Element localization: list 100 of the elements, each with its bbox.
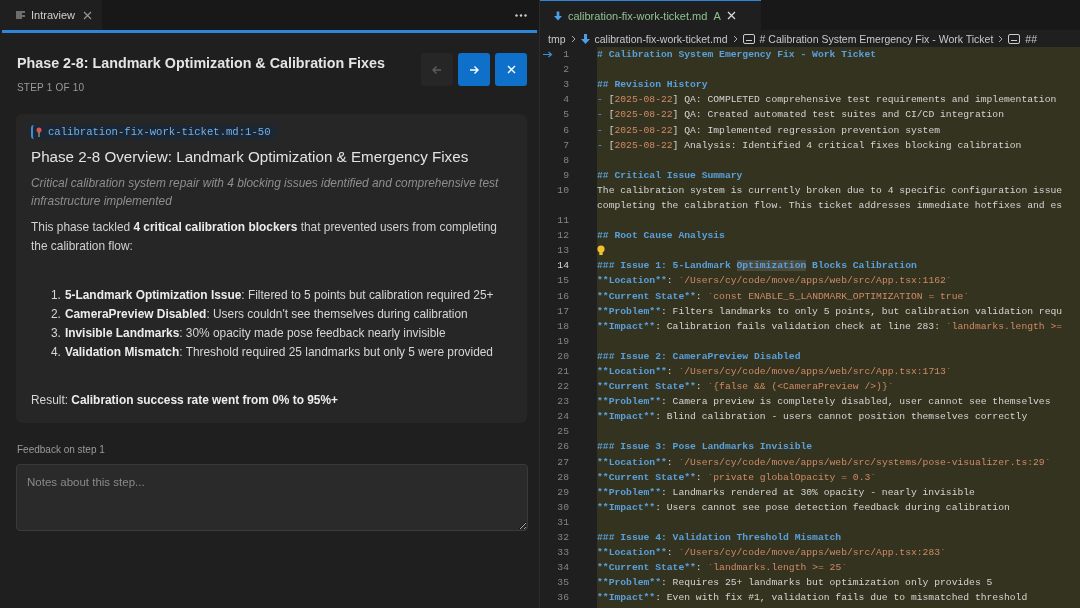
line-number: 17 xyxy=(557,305,569,317)
pin-icon xyxy=(36,127,42,137)
list-item: Invisible Landmarks: 30% opacity made pose feedback nearly invisible xyxy=(64,325,446,342)
list-item: 5-Landmark Optimization Issue: Filtered to 5 points but calibration required 25+ xyxy=(64,287,494,304)
feedback-field[interactable]: Notes about this step... xyxy=(16,464,528,531)
code-line: **Problem**: Landmarks rendered at 30% opacity - nearly invisible xyxy=(597,486,975,498)
chevron-icon xyxy=(732,34,738,43)
git-status: A xyxy=(713,9,721,22)
code-line: - [2025-08-22] QA: Created automated test suites and CI/CD integration xyxy=(597,109,1004,121)
close-icon xyxy=(505,64,517,75)
line-number: 32 xyxy=(557,532,569,544)
line-number: 9 xyxy=(563,169,569,181)
line-number: 1 xyxy=(563,49,569,61)
step-counter: STEP 1 OF 10 xyxy=(17,82,85,93)
close-icon[interactable] xyxy=(83,10,92,20)
feedback-label: Feedback on step 1 xyxy=(17,444,106,455)
breadcrumb-item[interactable]: ## xyxy=(1025,32,1038,45)
forward-arrow-icon xyxy=(468,63,480,76)
line-number: 10 xyxy=(557,184,569,196)
line-number: 20 xyxy=(557,350,569,362)
code-line: ### Issue 4: Validation Threshold Mismatch xyxy=(597,532,842,544)
line-number: 13 xyxy=(557,245,569,257)
code-line: - [2025-08-22] QA: COMPLETED comprehensive test requirements and implementation xyxy=(597,94,1057,106)
result-text: Result: Calibration success rate went from 0% to 95%+ xyxy=(31,393,339,407)
symbol-icon xyxy=(742,33,755,44)
code-line: **Location**: `/Users/cy/code/move/apps/web/src/systems/pose-visualizer.ts:29` xyxy=(597,456,1051,468)
line-number: 16 xyxy=(557,290,569,302)
code-line: **Problem**: Requires 25+ landmarks but optimization only provides 5 xyxy=(597,577,993,589)
code-line: **Current State**: `const ENABLE_5_LANDMARK_OPTIMIZATION = true` xyxy=(597,290,970,302)
code-line: ## Critical Issue Summary xyxy=(597,169,743,181)
code-line: **Current State**: `landmarks.length >= 25` xyxy=(597,562,847,574)
step-title: Phase 2-8: Landmark Optimization & Calibration Fixes xyxy=(17,55,385,71)
code-line: **Current State**: `{false && (<CameraPreview />)}` xyxy=(597,381,894,393)
line-number: 29 xyxy=(557,486,569,498)
line-number: 14 xyxy=(557,260,569,272)
code-line: **Impact**: Blind calibration - users cannot position themselves correctly xyxy=(597,411,1028,423)
lightbulb-icon[interactable] xyxy=(597,245,605,257)
code-line: # Calibration System Emergency Fix - Work Ticket xyxy=(597,49,877,61)
line-number: 35 xyxy=(557,577,569,589)
list-number: 2. xyxy=(51,306,61,323)
code-line: - [2025-08-22] QA: Implemented regression prevention system xyxy=(597,124,941,136)
code-line: The calibration system is currently broken due to 4 specific configuration issue xyxy=(597,184,1063,196)
line-number: 12 xyxy=(557,230,569,242)
line-number: 26 xyxy=(557,441,569,453)
line-number: 11 xyxy=(557,215,569,227)
line-number: 27 xyxy=(557,456,569,468)
code-line: ### Issue 1: 5-Landmark Optimization Blocks Calibration xyxy=(597,260,917,272)
line-number: 21 xyxy=(557,366,569,377)
line-number: 30 xyxy=(557,501,569,513)
line-number: 34 xyxy=(557,562,569,574)
line-number: 25 xyxy=(557,426,569,438)
breadcrumb-item[interactable]: # Calibration System Emergency Fix - Work Ticket xyxy=(759,32,994,45)
line-number: 24 xyxy=(557,411,569,423)
line-number: 7 xyxy=(563,139,569,151)
code-line: **Location**: `/Users/cy/code/move/apps/web/src/App.tsx:283` xyxy=(597,547,946,559)
code-line: **Impact**: Even with fix #1, validation fails due to mismatched threshold xyxy=(597,592,1028,604)
more-icon[interactable] xyxy=(515,13,527,17)
code-line: **Location**: `/Users/cy/code/move/apps/web/src/App.tsx:1713` xyxy=(597,366,952,377)
symbol-icon xyxy=(1008,33,1021,44)
code-line: completing the calibration flow. This ticket addresses immediate hotfixes and es xyxy=(597,200,1063,211)
code-line: - [2025-08-22] Analysis: Identified 4 critical fixes blocking calibration xyxy=(597,139,1022,151)
code-line: **Problem**: Camera preview is completely disabled, user cannot see themselves xyxy=(597,396,1051,408)
editor-tab[interactable]: calibration-fix-work-ticket.md A xyxy=(540,0,761,30)
line-number: 33 xyxy=(557,547,569,559)
card-heading: Phase 2-8 Overview: Landmark Optimization & Emergency Fixes xyxy=(31,148,470,165)
line-number: 3 xyxy=(563,79,569,91)
code-line: ### Issue 2: CameraPreview Disabled xyxy=(597,350,801,362)
breadcrumb-item[interactable]: tmp xyxy=(548,32,566,45)
line-number: 28 xyxy=(557,471,569,483)
line-number: 6 xyxy=(563,124,569,136)
line-number: 5 xyxy=(563,109,569,121)
line-number: 15 xyxy=(557,275,569,287)
line-number: 2 xyxy=(563,64,569,76)
list-number: 3. xyxy=(51,325,61,342)
line-number: 19 xyxy=(557,335,569,347)
code-line: ## Root Cause Analysis xyxy=(597,230,725,242)
code-line: **Problem**: Filters landmarks to only 5 points, but calibration validation requ xyxy=(597,305,1063,317)
chevron-icon xyxy=(570,34,576,43)
breadcrumb-item[interactable]: calibration-fix-work-ticket.md xyxy=(594,32,728,45)
back-arrow-icon xyxy=(431,63,443,76)
line-number: 4 xyxy=(563,94,569,106)
code-line: ### Issue 3: Pose Landmarks Invisible xyxy=(597,441,813,453)
file-reference-link[interactable]: calibration-fix-work-ticket.md:1-50 xyxy=(31,125,277,139)
code-line: **Impact**: Calibration fails validation check at line 283: `landmarks.length >= xyxy=(597,320,1063,332)
list-icon xyxy=(16,11,25,19)
card-paragraph: This phase tackled 4 critical calibration blockers that prevented users from completing the calibration flow: xyxy=(31,219,498,255)
list-item: Validation Mismatch: Threshold required 25 landmarks but only 5 were provided xyxy=(64,344,493,361)
line-number: 23 xyxy=(557,396,569,408)
list-number: 1. xyxy=(51,287,61,304)
line-number: 22 xyxy=(557,381,569,393)
panel-tab[interactable]: Intraview xyxy=(0,0,102,30)
chevron-icon xyxy=(998,34,1004,43)
code-line: **Location**: `/Users/cy/code/move/apps/web/src/App.tsx:1162` xyxy=(597,275,952,287)
line-number: 36 xyxy=(557,592,569,604)
code-line: **Impact**: Users cannot see pose detection feedback during calibration xyxy=(597,501,1010,513)
markdown-file-icon xyxy=(554,10,562,21)
code-line: **Current State**: `private globalOpacity = 0.3` xyxy=(597,471,877,483)
line-number: 8 xyxy=(563,154,569,166)
code-line: ## Revision History xyxy=(597,79,708,91)
markdown-file-icon xyxy=(580,33,590,44)
